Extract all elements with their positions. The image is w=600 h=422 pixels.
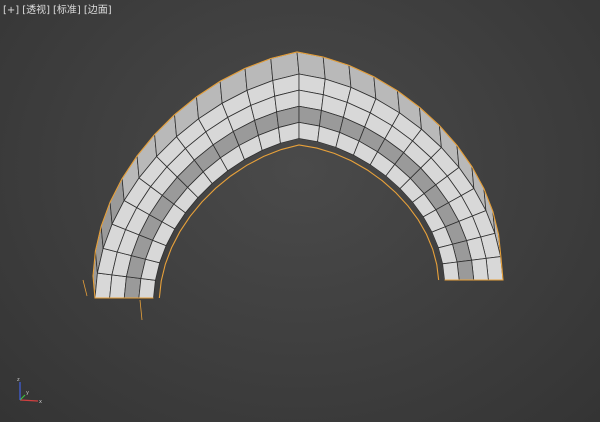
viewport-perspective[interactable]: [+] [透视] [标准] [边面] xyz: [0, 0, 600, 422]
arch-object[interactable]: [92, 51, 504, 299]
axis-x-label: x: [39, 399, 42, 405]
arch-front-face: [94, 272, 113, 299]
arch-front-face: [298, 121, 320, 143]
axis-x-line: [19, 399, 39, 402]
arch-front-face: [485, 256, 504, 281]
axis-z-label: z: [17, 377, 20, 383]
axis-y-line: [19, 394, 26, 401]
arch-front-face: [442, 261, 460, 281]
arch-front-face: [138, 278, 156, 299]
axis-y-label: y: [26, 390, 29, 396]
pivot-tick: [139, 299, 143, 321]
arch-front-face: [456, 259, 475, 281]
scene-canvas[interactable]: x y z: [0, 0, 600, 422]
axis-gizmo: x y z: [17, 377, 42, 405]
arch-front-face: [123, 276, 142, 299]
arch-front-face: [471, 257, 489, 281]
pivot-tick: [82, 279, 88, 297]
arch-front-face: [109, 274, 127, 299]
